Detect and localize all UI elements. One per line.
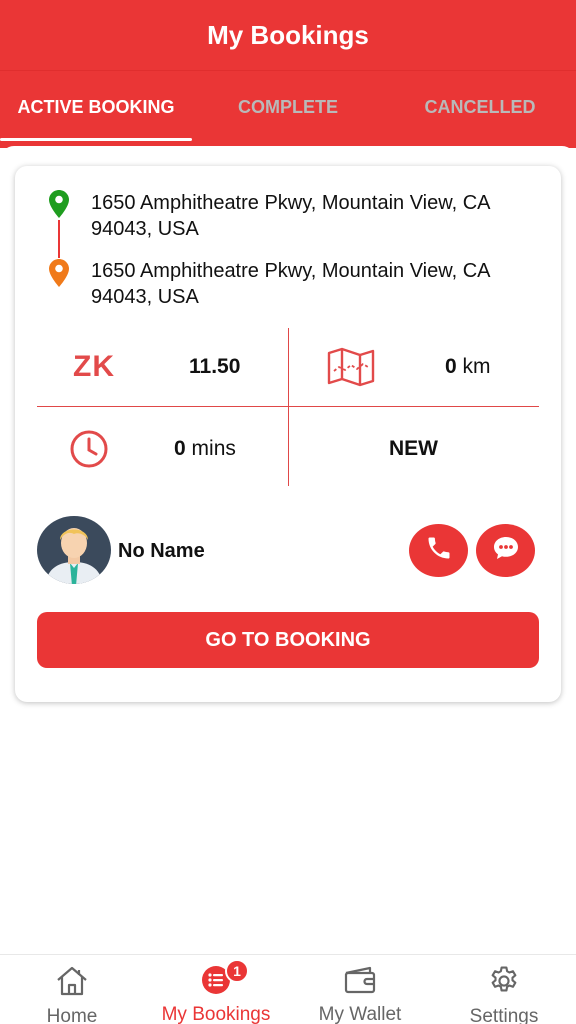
currency-label: ZK [73,350,115,383]
content-area: 1650 Amphitheatre Pkwy, Mountain View, C… [0,146,576,954]
nav-my-bookings[interactable]: 1 My Bookings [144,955,288,1024]
phone-icon [425,534,453,567]
map-icon [327,347,375,392]
nav-my-wallet[interactable]: My Wallet [288,955,432,1024]
tab-complete[interactable]: COMPLETE [192,71,384,149]
list-icon: 1 [201,959,249,995]
driver-avatar [37,516,111,584]
pickup-address: 1650 Amphitheatre Pkwy, Mountain View, C… [91,192,490,240]
distance-value: 0 [445,355,457,378]
home-icon [55,965,89,997]
notification-badge: 1 [225,959,249,983]
call-button[interactable] [409,524,468,577]
app-header: My Bookings [0,0,576,70]
tab-cancelled[interactable]: CANCELLED [384,71,576,149]
distance-unit: km [462,355,491,378]
duration-readout: 0 mins [174,437,236,461]
bottom-navigation: Home 1 My Bookings My Wallet Settings [0,954,576,1024]
clock-icon [68,428,110,475]
fare-amount: 11.50 [189,355,241,378]
page-title: My Bookings [207,19,369,50]
gear-icon [487,965,521,997]
dropoff-address: 1650 Amphitheatre Pkwy, Mountain View, C… [91,260,490,308]
nav-home[interactable]: Home [0,955,144,1024]
go-to-booking-button[interactable]: GO TO BOOKING [37,612,539,668]
nav-home-label: Home [46,1006,98,1024]
driver-name: No Name [118,540,205,562]
grid-divider-horizontal [37,406,539,407]
duration-unit: mins [191,437,236,460]
nav-my-wallet-label: My Wallet [318,1004,402,1024]
tab-active-booking[interactable]: ACTIVE BOOKING [0,71,192,149]
booking-card[interactable]: 1650 Amphitheatre Pkwy, Mountain View, C… [15,166,561,702]
nav-settings-label: Settings [469,1006,539,1024]
nav-settings[interactable]: Settings [432,955,576,1024]
route-connector-line [58,220,60,258]
duration-value: 0 [174,437,186,460]
wallet-icon [343,965,377,995]
nav-my-bookings-label: My Bookings [161,1004,271,1024]
chat-bubble-icon [491,533,521,568]
chat-button[interactable] [476,524,535,577]
booking-tabs: ACTIVE BOOKING COMPLETE CANCELLED [0,70,576,148]
grid-divider-vertical [288,328,289,486]
distance-readout: 0 km [445,355,491,379]
dropoff-pin-icon [49,259,69,292]
booking-status: NEW [389,437,438,460]
pickup-pin-icon [49,190,69,223]
